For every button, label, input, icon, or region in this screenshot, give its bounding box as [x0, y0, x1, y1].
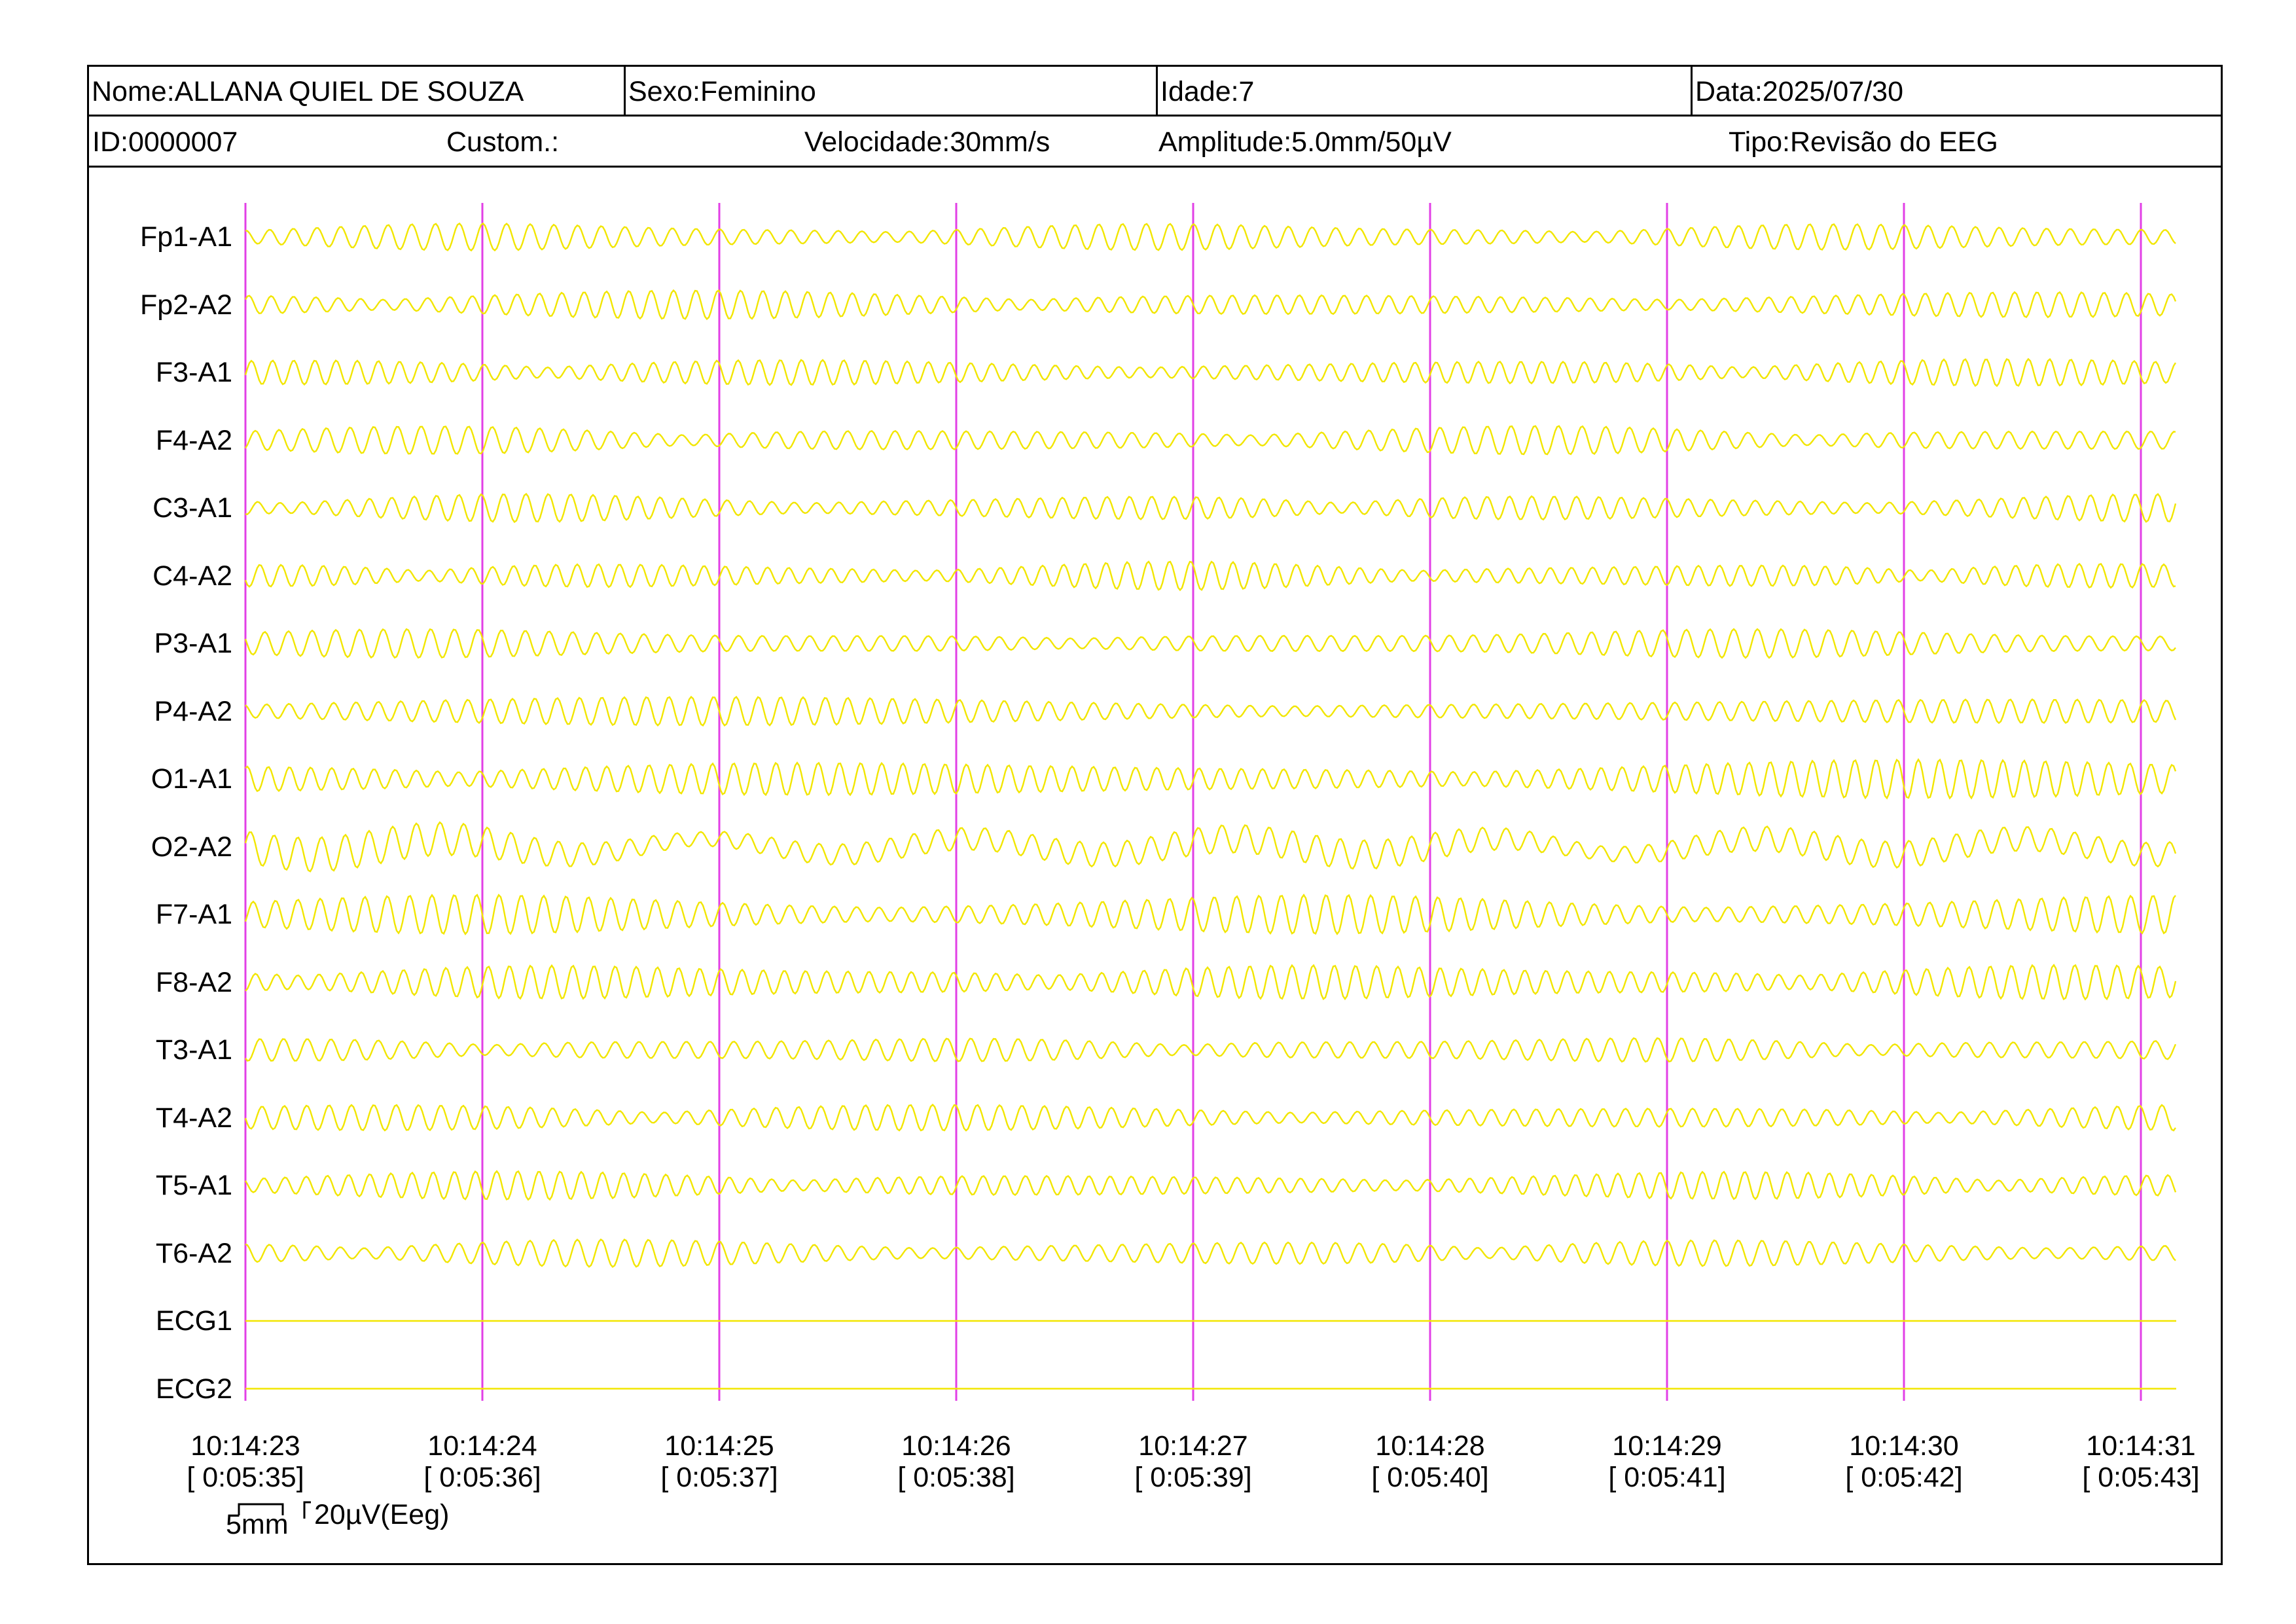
- channel-trace: [244, 425, 2176, 456]
- channel-label: P3-A1: [154, 628, 232, 659]
- channel-trace: [244, 1170, 2177, 1201]
- channel-trace: [244, 821, 2177, 873]
- time-clock-label: 10:14:30: [1849, 1430, 1959, 1462]
- scale-mm-label: 5mm: [226, 1509, 289, 1540]
- time-clock-label: 10:14:28: [1375, 1430, 1485, 1462]
- channel-trace: [244, 357, 2177, 388]
- channel-label: P4-A2: [154, 695, 232, 727]
- time-elapsed-label: [ 0:05:37]: [660, 1462, 778, 1493]
- channel-trace: [244, 628, 2176, 659]
- channel-trace: [245, 1037, 2177, 1063]
- channel-label: C3-A1: [152, 492, 232, 524]
- channel-trace: [244, 1104, 2176, 1132]
- time-clock-label: 10:14:23: [190, 1430, 300, 1462]
- time-elapsed-label: [ 0:05:41]: [1608, 1462, 1726, 1493]
- channel-label: C4-A2: [152, 560, 232, 592]
- time-elapsed-label: [ 0:05:35]: [187, 1462, 304, 1493]
- channel-label: O2-A2: [151, 831, 232, 863]
- time-elapsed-label: [ 0:05:38]: [897, 1462, 1015, 1493]
- channel-label: T4-A2: [155, 1102, 232, 1134]
- channel-label: T5-A1: [155, 1170, 232, 1201]
- channel-traces: [244, 222, 2177, 1390]
- time-clock-label: 10:14:29: [1612, 1430, 1722, 1462]
- time-clock-label: 10:14:24: [427, 1430, 537, 1462]
- channel-label: ECG2: [155, 1373, 232, 1405]
- channel-label: ECG1: [155, 1305, 232, 1337]
- time-elapsed-label: [ 0:05:39]: [1134, 1462, 1252, 1493]
- channel-label: F7-A1: [155, 899, 232, 930]
- channel-trace: [245, 1238, 2176, 1268]
- time-elapsed-label: [ 0:05:36]: [423, 1462, 541, 1493]
- scale-amplitude-label: 20µV(Eeg): [314, 1499, 450, 1530]
- time-clock-label: 10:14:25: [664, 1430, 774, 1462]
- channel-label: T6-A2: [155, 1237, 232, 1269]
- channel-trace: [245, 695, 2177, 727]
- channel-label: F4-A2: [155, 424, 232, 456]
- channel-label: Fp2-A2: [139, 289, 232, 321]
- channel-trace: [245, 964, 2177, 1001]
- channel-label: F8-A2: [155, 966, 232, 998]
- channel-label: Fp1-A1: [139, 221, 232, 253]
- channel-trace: [244, 560, 2176, 592]
- eeg-trace-area: [244, 203, 2177, 1401]
- channel-trace: [245, 758, 2177, 800]
- time-elapsed-label: [ 0:05:42]: [1845, 1462, 1963, 1493]
- channel-trace: [244, 289, 2177, 321]
- channel-trace: [245, 492, 2177, 524]
- time-clock-label: 10:14:27: [1138, 1430, 1248, 1462]
- channel-label: O1-A1: [151, 763, 232, 795]
- time-elapsed-label: [ 0:05:40]: [1371, 1462, 1489, 1493]
- time-clock-label: 10:14:26: [901, 1430, 1011, 1462]
- time-clock-label: 10:14:31: [2086, 1430, 2196, 1462]
- scale-bar-amplitude-icon: [303, 1501, 311, 1519]
- channel-label: T3-A1: [155, 1034, 232, 1066]
- channel-trace: [244, 893, 2176, 935]
- channel-trace: [245, 222, 2176, 252]
- time-elapsed-label: [ 0:05:43]: [2082, 1462, 2200, 1493]
- second-markers: [244, 203, 2142, 1401]
- channel-label: F3-A1: [155, 357, 232, 388]
